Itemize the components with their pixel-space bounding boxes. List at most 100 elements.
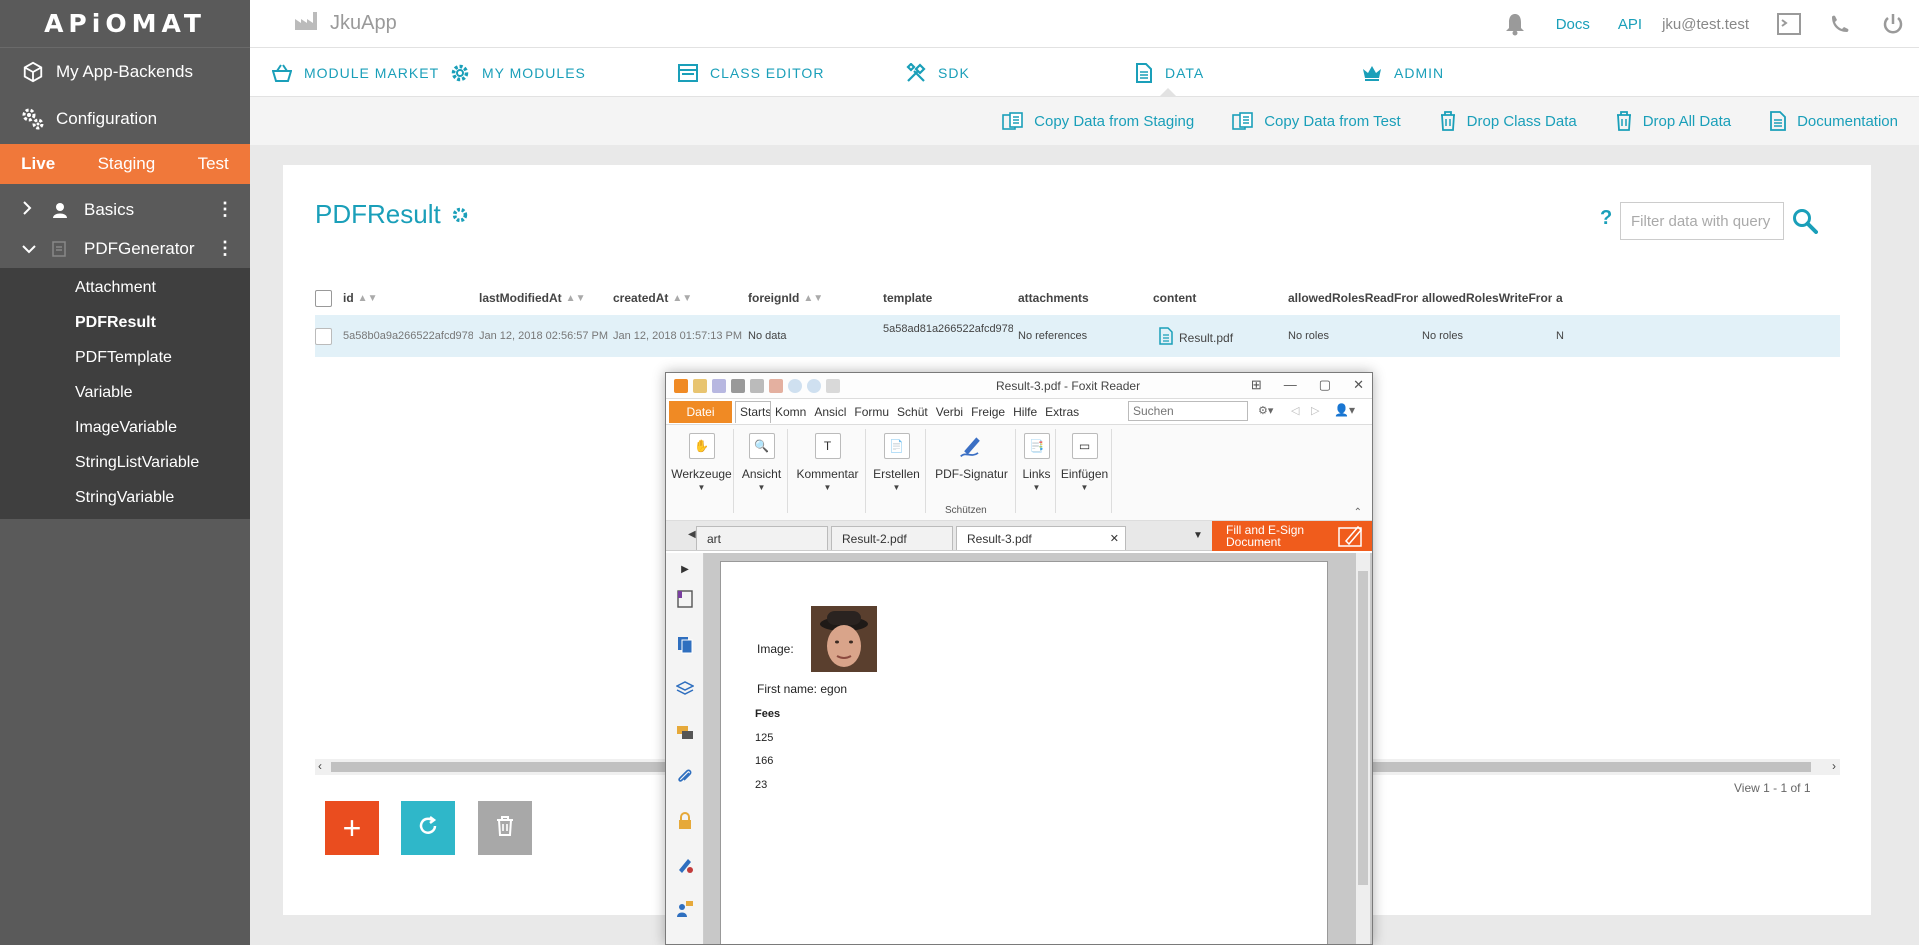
- maximize-icon[interactable]: ▢: [1319, 377, 1331, 393]
- menu-tab-schuetzen[interactable]: Schüt: [893, 401, 932, 423]
- foxit-reader-window[interactable]: Result-3.pdf - Foxit Reader ⊞ — ▢ ✕ Date…: [665, 372, 1373, 945]
- column-header-lastmodifiedat[interactable]: lastModifiedAt ▲▼: [479, 283, 609, 313]
- tab-my-modules[interactable]: MY MODULES: [450, 48, 586, 97]
- bookmark-icon[interactable]: [675, 589, 695, 609]
- column-header-attachments[interactable]: attachments: [1018, 283, 1148, 313]
- class-item-stringvariable[interactable]: StringVariable: [0, 480, 250, 515]
- column-header-template[interactable]: template: [883, 283, 1013, 313]
- docs-link[interactable]: Docs: [1556, 16, 1590, 33]
- gear-icon[interactable]: [451, 206, 469, 224]
- account-icon[interactable]: 👤▾: [1334, 403, 1355, 417]
- signature-panel-icon[interactable]: [675, 855, 695, 875]
- column-header-foreignid[interactable]: foreignId ▲▼: [748, 283, 878, 313]
- foxit-vertical-scrollbar[interactable]: [1356, 553, 1370, 944]
- env-test[interactable]: Test: [198, 154, 229, 174]
- doc-tab-result-2[interactable]: Result-2.pdf: [831, 526, 953, 550]
- api-link[interactable]: API: [1618, 16, 1642, 33]
- tab-admin[interactable]: ADMIN: [1362, 48, 1444, 97]
- menu-tab-formular[interactable]: Formu: [850, 401, 893, 423]
- print-icon[interactable]: [731, 378, 745, 393]
- menu-tab-freigeben[interactable]: Freige: [967, 401, 1009, 423]
- nav-my-app-backends[interactable]: My App-Backends: [0, 48, 250, 95]
- support-phone-icon[interactable]: [1829, 13, 1853, 35]
- menu-tab-start[interactable]: Starts: [735, 400, 771, 423]
- menu-tab-verbinden[interactable]: Verbi: [932, 401, 967, 423]
- drop-all-data-button[interactable]: Drop All Data: [1615, 111, 1731, 131]
- tab-module-market[interactable]: MODULE MARKET: [272, 48, 439, 97]
- env-live[interactable]: Live: [21, 154, 55, 174]
- bell-icon[interactable]: [1502, 11, 1528, 37]
- tab-sdk[interactable]: SDK: [906, 48, 970, 97]
- class-item-imagevariable[interactable]: ImageVariable: [0, 410, 250, 445]
- column-header-createdat[interactable]: createdAt ▲▼: [613, 283, 743, 313]
- copy-from-staging-button[interactable]: Copy Data from Staging: [1002, 112, 1194, 130]
- column-header-allowed-roles-write[interactable]: allowedRolesWriteFromC: [1422, 283, 1552, 313]
- help-button[interactable]: ?: [1600, 207, 1612, 230]
- next-result-icon[interactable]: ▷: [1311, 404, 1319, 417]
- table-row[interactable]: 5a58b0a9a266522afcd978 Jan 12, 2018 02:5…: [315, 315, 1840, 357]
- app-title[interactable]: JkuApp: [294, 11, 397, 37]
- scan-icon[interactable]: [750, 378, 764, 393]
- drop-class-data-button[interactable]: Drop Class Data: [1439, 111, 1577, 131]
- save-icon[interactable]: [712, 378, 726, 393]
- env-staging[interactable]: Staging: [98, 154, 156, 174]
- cell-template[interactable]: 5a58ad81a266522afcd978: [883, 315, 1013, 357]
- fill-and-esign-button[interactable]: Fill and E-Sign Document: [1212, 521, 1372, 551]
- documentation-button[interactable]: Documentation: [1769, 111, 1898, 131]
- add-object-button[interactable]: +: [325, 801, 379, 855]
- menu-tab-hilfe[interactable]: Hilfe: [1009, 401, 1041, 423]
- terminal-icon[interactable]: [1777, 13, 1801, 35]
- row-checkbox[interactable]: [315, 315, 335, 357]
- hand-tool-icon[interactable]: [826, 378, 840, 393]
- prev-result-icon[interactable]: ◁: [1291, 404, 1299, 417]
- expand-panel-icon[interactable]: ▶: [675, 559, 695, 579]
- module-group-basics[interactable]: Basics ⋮: [0, 190, 250, 229]
- ribbon-kommentar[interactable]: T Kommentar ▼: [790, 429, 866, 513]
- ribbon-links[interactable]: 📑 Links ▼: [1018, 429, 1056, 513]
- module-group-pdfgenerator[interactable]: PDFGenerator ⋮: [0, 229, 250, 268]
- pages-icon[interactable]: [675, 635, 695, 655]
- tab-list-dropdown-icon[interactable]: ▼: [1193, 530, 1203, 541]
- kebab-menu-icon[interactable]: ⋮: [216, 238, 234, 259]
- attachment-icon[interactable]: [675, 767, 695, 787]
- copy-from-test-button[interactable]: Copy Data from Test: [1232, 112, 1401, 130]
- class-item-stringlistvariable[interactable]: StringListVariable: [0, 445, 250, 480]
- security-lock-icon[interactable]: [675, 811, 695, 831]
- search-icon[interactable]: [1792, 208, 1818, 234]
- collapse-ribbon-icon[interactable]: ⌃: [1354, 507, 1362, 518]
- ribbon-pdf-signatur[interactable]: PDF-Signatur: [928, 429, 1016, 513]
- filter-query-input[interactable]: [1620, 202, 1784, 240]
- class-item-variable[interactable]: Variable: [0, 375, 250, 410]
- ribbon-ansicht[interactable]: 🔍 Ansicht ▼: [736, 429, 788, 513]
- menu-tab-ansicht[interactable]: Ansicl: [810, 401, 850, 423]
- ribbon-werkzeuge[interactable]: ✋ Werkzeuge ▼: [670, 429, 734, 513]
- redo-icon[interactable]: [807, 378, 821, 393]
- class-item-pdftemplate[interactable]: PDFTemplate: [0, 340, 250, 375]
- scroll-right-icon[interactable]: ›: [1832, 759, 1836, 773]
- minimize-icon[interactable]: —: [1284, 377, 1297, 393]
- select-all-checkbox[interactable]: [315, 283, 332, 313]
- kebab-menu-icon[interactable]: ⋮: [216, 199, 234, 220]
- column-header-id[interactable]: id ▲▼: [343, 283, 473, 313]
- ribbon-einfuegen[interactable]: ▭ Einfügen ▼: [1058, 429, 1112, 513]
- tab-class-editor[interactable]: CLASS EDITOR: [678, 48, 824, 97]
- ribbon-erstellen[interactable]: 📄 Erstellen ▼: [868, 429, 926, 513]
- menu-tab-extras[interactable]: Extras: [1041, 401, 1083, 423]
- delete-button[interactable]: [478, 801, 532, 855]
- refresh-button[interactable]: [401, 801, 455, 855]
- apiomat-logo[interactable]: APiOMAT: [0, 0, 250, 48]
- ribbon-display-icon[interactable]: ⊞: [1251, 377, 1262, 393]
- user-email[interactable]: jku@test.test: [1662, 16, 1749, 33]
- column-header-allowed-roles-read[interactable]: allowedRolesReadFromO: [1288, 283, 1418, 313]
- open-folder-icon[interactable]: [693, 378, 707, 393]
- doc-tab-result-3[interactable]: Result-3.pdf ✕: [956, 526, 1126, 550]
- doc-tab-start[interactable]: art: [696, 526, 828, 550]
- close-tab-icon[interactable]: ✕: [1110, 532, 1119, 545]
- user-comments-icon[interactable]: [675, 899, 695, 919]
- close-icon[interactable]: ✕: [1353, 377, 1364, 393]
- class-item-pdfresult[interactable]: PDFResult: [0, 305, 250, 340]
- undo-icon[interactable]: [788, 378, 802, 393]
- scroll-tabs-left-icon[interactable]: ◀: [688, 529, 696, 540]
- menu-datei[interactable]: Datei: [669, 400, 732, 423]
- layers-icon[interactable]: [675, 679, 695, 699]
